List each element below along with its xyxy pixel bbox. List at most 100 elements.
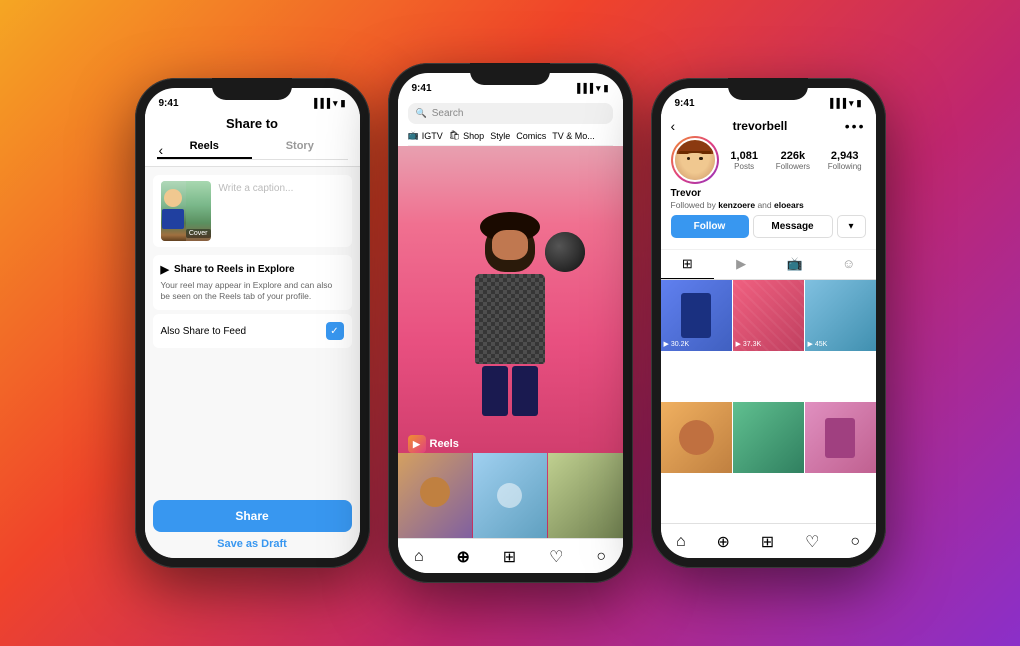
play-icon-g1: ▶ — [664, 340, 669, 348]
reels-badge-icon: ▶ — [408, 435, 426, 453]
phone1-bottom: Share Save as Draft — [145, 492, 360, 558]
person-body — [475, 274, 545, 364]
profile-actions: Follow Message ▾ — [671, 215, 866, 238]
person-head — [485, 222, 535, 272]
tag-igtv[interactable]: 📺 IGTV — [408, 130, 443, 141]
reels-badge: ▶ Reels — [408, 435, 459, 453]
reels-explore-label: Share to Reels in Explore — [174, 264, 295, 275]
tab-story[interactable]: Story — [252, 135, 348, 159]
follower-1[interactable]: kenzoere — [718, 200, 755, 210]
wifi-icon-2: ▾ — [596, 83, 601, 94]
nav-person-3[interactable]: ○ — [850, 533, 860, 551]
status-icons-2: ▐▐▐ ▾ ▮ — [574, 83, 609, 94]
following-count: 2,943 — [828, 150, 862, 162]
bottom-grid — [398, 453, 623, 538]
caption-thumbnail: Cover — [161, 181, 211, 241]
phone3-header: ‹ trevorbell ••• — [661, 114, 876, 250]
signal-icon-2: ▐▐▐ — [574, 83, 593, 93]
nav-home-3[interactable]: ⌂ — [676, 533, 686, 551]
posts-count: 1,081 — [730, 150, 758, 162]
nav-search-3[interactable]: ⊕ — [717, 532, 730, 552]
follower-2[interactable]: eloears — [774, 200, 804, 210]
reels-explore-icon: ▶ — [161, 263, 169, 276]
reel-full: ▶ Reels — [398, 146, 623, 538]
search-bar[interactable]: 🔍 Search — [408, 103, 613, 124]
battery-icon-2: ▮ — [604, 83, 609, 94]
grid-stat-2: ▶ 37.3K — [736, 340, 762, 348]
status-icons-1: ▐▐▐ ▾ ▮ — [311, 98, 346, 109]
nav-home-2[interactable]: ⌂ — [414, 548, 424, 566]
tag-tv[interactable]: TV & Mo... — [552, 130, 595, 141]
tag-shop[interactable]: 🛍 Shop — [449, 130, 484, 141]
nav-heart-3[interactable]: ♡ — [805, 532, 819, 552]
notch-2 — [470, 63, 550, 85]
nav-person-2[interactable]: ○ — [596, 548, 606, 566]
phone2-nav: ⌂ ⊕ ⊞ ♡ ○ — [398, 538, 623, 573]
shop-icon: 🛍 — [449, 130, 460, 141]
signal-icon: ▐▐▐ — [311, 98, 330, 108]
tab-tagged[interactable]: ☺ — [822, 250, 876, 279]
tab-reels[interactable]: Reels — [157, 135, 253, 159]
tabs-1: Reels Story — [157, 135, 348, 160]
back-button-3[interactable]: ‹ — [671, 118, 676, 134]
nav-search-2[interactable]: ⊕ — [457, 547, 470, 567]
grid-cell-p2: ▶ 37.3K — [733, 280, 804, 351]
message-button[interactable]: Message — [753, 215, 833, 238]
phone1-content: Cover Write a caption... ▶ Share to Reel… — [145, 167, 360, 492]
tags-row: 📺 IGTV 🛍 Shop Style Comics TV & Mo... — [408, 130, 613, 146]
search-text: Search — [432, 108, 464, 119]
tag-comics[interactable]: Comics — [516, 130, 546, 141]
tab-grid[interactable]: ⊞ — [661, 250, 715, 279]
caption-area: Cover Write a caption... — [153, 175, 352, 247]
cover-label: Cover — [186, 229, 211, 238]
status-time-1: 9:41 — [159, 98, 179, 109]
posts-label: Posts — [730, 162, 758, 171]
caption-input[interactable]: Write a caption... — [219, 181, 344, 194]
also-share-label: Also Share to Feed — [161, 326, 247, 337]
dropdown-button[interactable]: ▾ — [837, 215, 866, 238]
phone1-header: ‹ Share to Reels Story — [145, 114, 360, 167]
nav-plus-3[interactable]: ⊞ — [761, 532, 774, 552]
stat-followers: 226k Followers — [776, 150, 810, 171]
stat-posts: 1,081 Posts — [730, 150, 758, 171]
phone-2: 9:41 ▐▐▐ ▾ ▮ 🔍 Search 📺 IGTV — [388, 63, 633, 583]
username-row: ‹ trevorbell ••• — [671, 118, 866, 134]
tag-style[interactable]: Style — [490, 130, 510, 141]
grid-cell-p5 — [733, 402, 804, 473]
play-icon-g3: ▶ — [808, 340, 813, 348]
phone-1: 9:41 ▐▐▐ ▾ ▮ ‹ Share to Reels Story — [135, 78, 370, 568]
notch-3 — [728, 78, 808, 100]
phone3-nav: ⌂ ⊕ ⊞ ♡ ○ — [661, 523, 876, 558]
share-button[interactable]: Share — [153, 500, 352, 532]
status-time-2: 9:41 — [412, 83, 432, 94]
phone2-header: 🔍 Search 📺 IGTV 🛍 Shop Style — [398, 99, 623, 146]
wifi-icon-3: ▾ — [849, 98, 854, 109]
followed-by: Followed by kenzoere and eloears — [671, 200, 866, 210]
phone2-main: ▶ Reels — [398, 146, 623, 538]
phones-container: 9:41 ▐▐▐ ▾ ▮ ‹ Share to Reels Story — [115, 43, 906, 603]
tab-tv[interactable]: 📺 — [768, 250, 822, 279]
also-share-checkbox[interactable]: ✓ — [326, 322, 344, 340]
grid-cell-p3: ▶ 45K — [805, 280, 876, 351]
grid-cell-p1: ▶ 30.2K — [661, 280, 732, 351]
grid-stat-1: ▶ 30.2K — [664, 340, 690, 348]
signal-icon-3: ▐▐▐ — [827, 98, 846, 108]
ball — [545, 232, 585, 272]
follow-button[interactable]: Follow — [671, 215, 749, 238]
grid-cell-p6 — [805, 402, 876, 473]
back-button-1[interactable]: ‹ — [159, 142, 164, 158]
nav-plus-2[interactable]: ⊞ — [503, 547, 516, 567]
followers-count: 226k — [776, 150, 810, 162]
nav-heart-2[interactable]: ♡ — [549, 547, 563, 567]
wifi-icon: ▾ — [333, 98, 338, 109]
reels-explore-desc: Your reel may appear in Explore and can … — [161, 280, 344, 302]
reel-person — [450, 222, 570, 462]
battery-icon-3: ▮ — [857, 98, 862, 109]
battery-icon: ▮ — [341, 98, 346, 109]
more-options[interactable]: ••• — [845, 118, 866, 134]
grid-cell-2 — [473, 453, 547, 538]
notch-1 — [212, 78, 292, 100]
tab-reels-profile[interactable]: ▶ — [714, 250, 768, 279]
status-time-3: 9:41 — [675, 98, 695, 109]
save-draft-button[interactable]: Save as Draft — [153, 538, 352, 550]
